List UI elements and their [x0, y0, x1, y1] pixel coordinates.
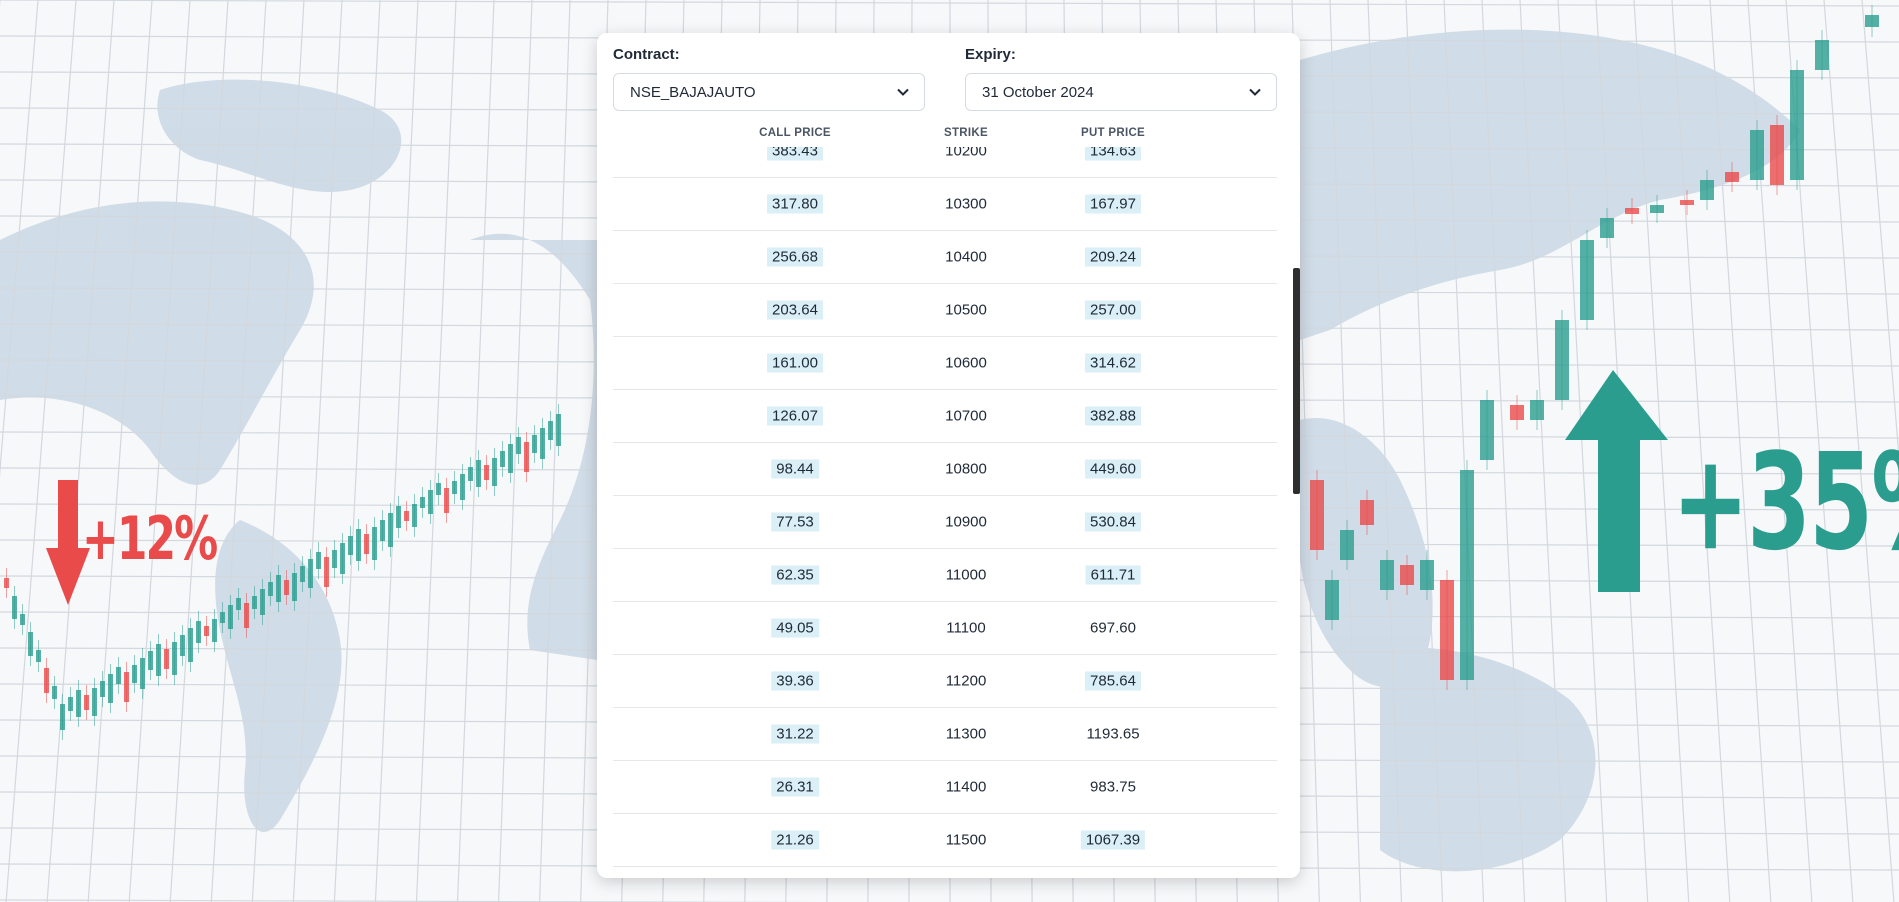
put-price: 134.63: [1085, 147, 1141, 161]
contract-select-value: NSE_BAJAJAUTO: [630, 83, 756, 101]
put-price: 314.62: [1085, 353, 1141, 373]
chevron-down-icon: [1249, 88, 1261, 96]
table-row: 161.00 10600 314.62: [613, 337, 1277, 390]
header-call-price: CALL PRICE: [759, 127, 831, 139]
call-price: 77.53: [771, 512, 819, 532]
expiry-select-value: 31 October 2024: [982, 83, 1094, 101]
put-price: 530.84: [1085, 512, 1141, 532]
header-strike: STRIKE: [944, 127, 988, 139]
option-chain-panel: Contract: Expiry: NSE_BAJAJAUTO 31 Octob…: [597, 33, 1300, 878]
put-price: 257.00: [1085, 300, 1141, 320]
table-row: 49.05 11100 697.60: [613, 602, 1277, 655]
put-price: 209.24: [1085, 247, 1141, 267]
call-price: 21.26: [771, 830, 819, 850]
call-price: 26.31: [771, 777, 819, 797]
strike-price: 10700: [945, 407, 987, 425]
call-price: 49.05: [771, 618, 819, 638]
call-price: 62.35: [771, 565, 819, 585]
table-row: 77.53 10900 530.84: [613, 496, 1277, 549]
expiry-label: Expiry:: [965, 46, 1016, 63]
strike-price: 10500: [945, 301, 987, 319]
put-price: 167.97: [1085, 194, 1141, 214]
call-price: 317.80: [767, 194, 823, 214]
table-row: 31.22 11300 1193.65: [613, 708, 1277, 761]
option-chain-table[interactable]: 383.43 10200 134.63 317.80 10300 167.97 256.…: [613, 147, 1277, 872]
call-price: 39.36: [771, 671, 819, 691]
put-price: 449.60: [1085, 459, 1141, 479]
strike-price: 11400: [945, 778, 987, 796]
strike-price: 11100: [946, 619, 986, 637]
call-price: 161.00: [767, 353, 823, 373]
strike-price: 10300: [945, 195, 987, 213]
put-price: 382.88: [1085, 406, 1141, 426]
strike-price: 11500: [945, 831, 987, 849]
put-price: 785.64: [1085, 671, 1141, 691]
strike-price: 10600: [945, 354, 987, 372]
put-price: 1067.39: [1080, 830, 1146, 850]
table-header: CALL PRICE STRIKE PUT PRICE: [613, 125, 1277, 143]
table-row: 39.36 11200 785.64: [613, 655, 1277, 708]
call-price: 98.44: [771, 459, 819, 479]
header-put-price: PUT PRICE: [1080, 127, 1146, 139]
strike-price: 11200: [945, 672, 987, 690]
table-row: 26.31 11400 983.75: [613, 761, 1277, 814]
call-price: 383.43: [767, 147, 823, 161]
right-percent-badge: +35%: [1672, 425, 1899, 581]
strike-price: 11000: [945, 566, 987, 584]
contract-label: Contract:: [613, 46, 680, 63]
call-price: 256.68: [767, 247, 823, 267]
put-price: 611.71: [1085, 565, 1141, 585]
put-price: 697.60: [1090, 619, 1136, 637]
table-row: 62.35 11000 611.71: [613, 549, 1277, 602]
put-price: 1193.65: [1086, 725, 1140, 743]
call-price: 126.07: [767, 406, 823, 426]
expiry-select[interactable]: 31 October 2024: [965, 73, 1277, 111]
strike-price: 10900: [945, 513, 987, 531]
table-row: 317.80 10300 167.97: [613, 178, 1277, 231]
chevron-down-icon: [897, 88, 909, 96]
strike-price: 10400: [945, 248, 987, 266]
contract-select[interactable]: NSE_BAJAJAUTO: [613, 73, 925, 111]
table-row: 203.64 10500 257.00: [613, 284, 1277, 337]
table-row: 21.26 11500 1067.39: [613, 814, 1277, 867]
call-price: 31.22: [771, 724, 819, 744]
left-percent-badge: +12%: [82, 505, 218, 574]
strike-price: 10800: [945, 460, 987, 478]
table-row: 383.43 10200 134.63: [613, 147, 1277, 178]
call-price: 203.64: [767, 300, 823, 320]
put-price: 983.75: [1090, 778, 1136, 796]
strike-price: 10200: [945, 147, 987, 160]
scrollbar-thumb[interactable]: [1293, 268, 1300, 494]
table-row: 256.68 10400 209.24: [613, 231, 1277, 284]
table-row: 126.07 10700 382.88: [613, 390, 1277, 443]
strike-price: 11300: [945, 725, 987, 743]
table-row: 98.44 10800 449.60: [613, 443, 1277, 496]
